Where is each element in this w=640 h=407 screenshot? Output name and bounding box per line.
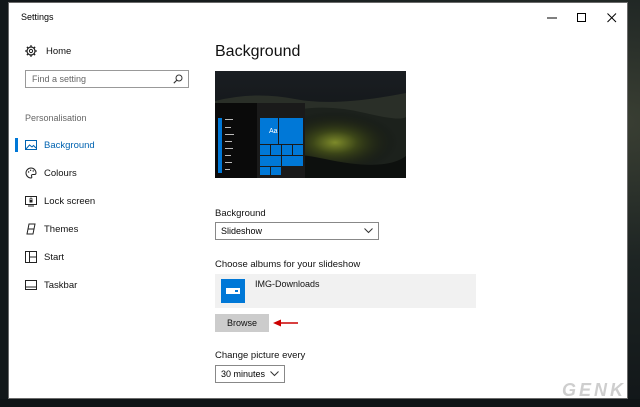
sidebar: Home Personalisation Background Colours [9, 33, 199, 398]
search-input[interactable] [32, 74, 162, 84]
album-name: IMG-Downloads [255, 279, 320, 289]
sidebar-item-label: Lock screen [44, 195, 96, 207]
albums-label: Choose albums for your slideshow [215, 259, 361, 270]
title-bar: Settings [9, 3, 627, 33]
browse-button[interactable]: Browse [215, 314, 269, 332]
close-icon [607, 13, 617, 23]
watermark-logo: GENK [561, 380, 626, 400]
interval-label: Change picture every [215, 350, 306, 361]
search-icon[interactable] [173, 74, 183, 84]
folder-icon [226, 288, 240, 294]
sidebar-item-label: Taskbar [44, 279, 78, 291]
sidebar-item-colours[interactable]: Colours [9, 159, 199, 187]
window-title: Settings [21, 12, 54, 22]
background-preview: Aa [215, 71, 406, 178]
sidebar-item-label: Themes [44, 223, 79, 235]
album-item[interactable]: IMG-Downloads [215, 274, 476, 308]
interval-dropdown[interactable]: 30 minutes [215, 365, 285, 383]
background-type-value: Slideshow [221, 226, 263, 236]
taskbar-icon [25, 279, 37, 291]
sidebar-item-label: Background [44, 139, 95, 151]
background-type-label: Background [215, 208, 266, 219]
album-folder-tile [221, 279, 245, 303]
taskbar-strip [0, 399, 640, 407]
preview-image [215, 71, 406, 178]
section-heading: Personalisation [25, 113, 87, 123]
sidebar-item-label: Colours [44, 167, 77, 179]
annotation-arrow-icon [273, 319, 298, 327]
sidebar-item-taskbar[interactable]: Taskbar [9, 271, 199, 299]
themes-icon [25, 223, 37, 235]
sidebar-item-start[interactable]: Start [9, 243, 199, 271]
nav-list: Background Colours Lock screen Themes St… [9, 131, 199, 299]
chevron-down-icon [364, 228, 373, 234]
watermark: GENK [562, 380, 626, 401]
sidebar-item-lock-screen[interactable]: Lock screen [9, 187, 199, 215]
settings-window: Settings Home Find a setting Personalisa… [8, 2, 628, 399]
preview-tile-label: Aa [269, 128, 278, 135]
interval-value: 30 minutes [221, 369, 266, 379]
chevron-down-icon [270, 371, 279, 377]
home-label: Home [46, 45, 72, 57]
minimize-button[interactable] [537, 3, 567, 33]
gear-icon [25, 45, 37, 57]
picture-icon [25, 139, 37, 151]
maximize-button[interactable] [567, 3, 597, 33]
search-box[interactable] [25, 70, 189, 88]
background-type-dropdown[interactable]: Slideshow [215, 222, 379, 240]
home-link[interactable]: Home [25, 45, 71, 57]
lock-screen-icon [25, 195, 37, 207]
start-icon [25, 251, 37, 263]
sidebar-item-themes[interactable]: Themes [9, 215, 199, 243]
palette-icon [25, 167, 37, 179]
sidebar-item-label: Start [44, 251, 65, 263]
minimize-icon [547, 17, 557, 19]
close-button[interactable] [597, 3, 627, 33]
page-title: Background [215, 43, 301, 60]
main-content: Background Aa Background Slideshow Choos… [215, 33, 627, 398]
maximize-icon [577, 13, 586, 22]
sidebar-item-background[interactable]: Background [9, 131, 199, 159]
